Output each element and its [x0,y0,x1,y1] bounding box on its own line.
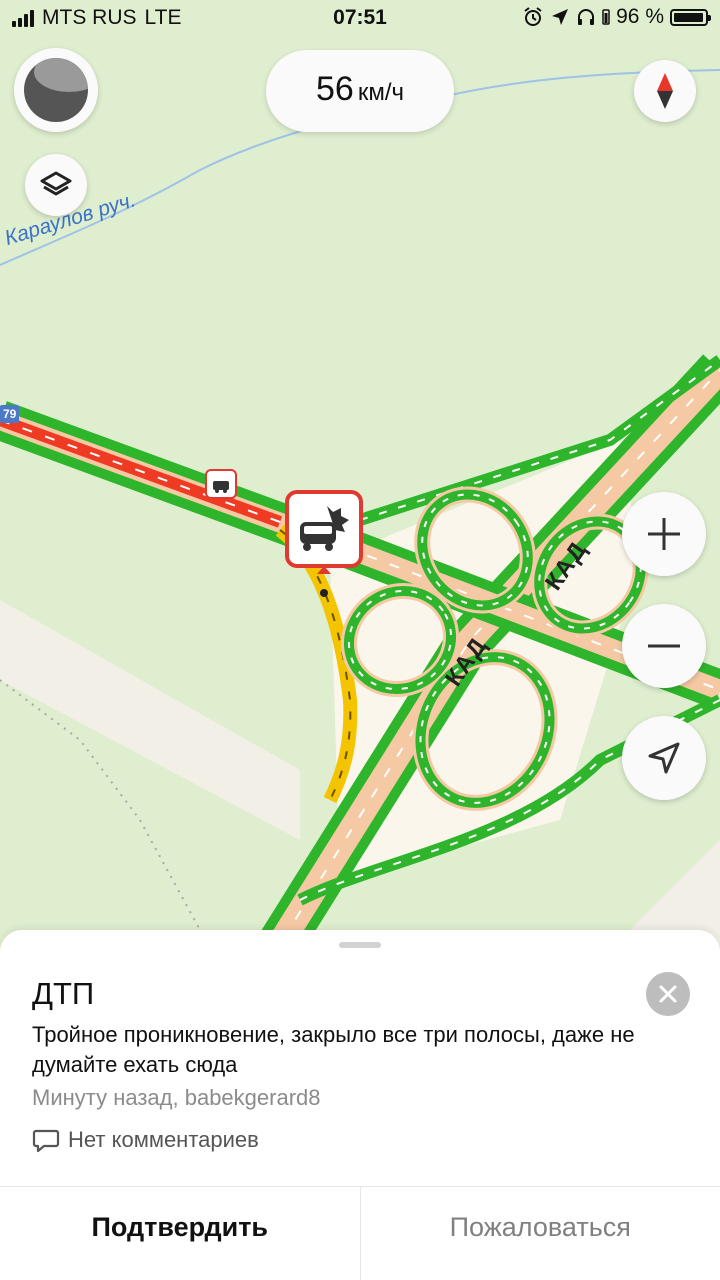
zoom-out-button[interactable] [622,604,706,688]
profile-button[interactable] [14,48,98,132]
comments-link[interactable]: Нет комментариев [32,1126,259,1154]
zoom-in-button[interactable] [622,492,706,576]
report-button[interactable]: Пожаловаться [359,1187,720,1280]
action-buttons: Подтвердить Пожаловаться [0,1187,720,1280]
comment-icon [32,1129,60,1153]
route-shield: 79 [0,405,20,423]
incident-description: Тройное проникновение, закрыло все три п… [32,1022,635,1077]
minus-icon [648,644,680,648]
map-view[interactable]: Караулов руч. КАД КАД 79 [0,0,720,960]
incident-meta: Минуту назад, babekgerard8 [32,1085,321,1110]
battery-percent: 96 % [616,5,664,28]
speed-unit: км/ч [357,79,404,106]
field-strip [0,600,300,840]
status-bar: MTS RUS LTE 07:51 96 % [0,0,720,36]
locate-button[interactable] [622,716,706,800]
compass-icon [657,73,673,109]
battery-small-icon [602,9,610,25]
sheet-handle[interactable] [339,942,381,948]
map-canvas[interactable] [0,0,720,960]
location-arrow-icon [552,9,569,25]
incident-sheet: ДТП Тройное проникновение, закрыло все т… [0,930,720,1280]
speed-value: 56 [316,70,354,108]
small-incident-marker [205,469,237,499]
incident-title: ДТП [32,976,95,1011]
layers-icon [40,171,72,196]
incident-point [320,589,328,597]
confirm-button[interactable]: Подтвердить [0,1187,360,1280]
comments-label: Нет комментариев [68,1127,259,1152]
avatar [24,58,88,122]
headphones-icon [578,9,595,25]
close-icon [659,985,677,1003]
speed-indicator: 56 км/ч [266,50,454,132]
layers-button[interactable] [25,154,87,216]
plus-icon [648,518,680,550]
compass-button[interactable] [634,60,696,122]
close-button[interactable] [646,972,690,1016]
battery-icon [670,8,711,26]
alarm-icon [524,7,542,26]
incident-marker [285,490,363,574]
navigation-arrow-icon [648,742,680,774]
